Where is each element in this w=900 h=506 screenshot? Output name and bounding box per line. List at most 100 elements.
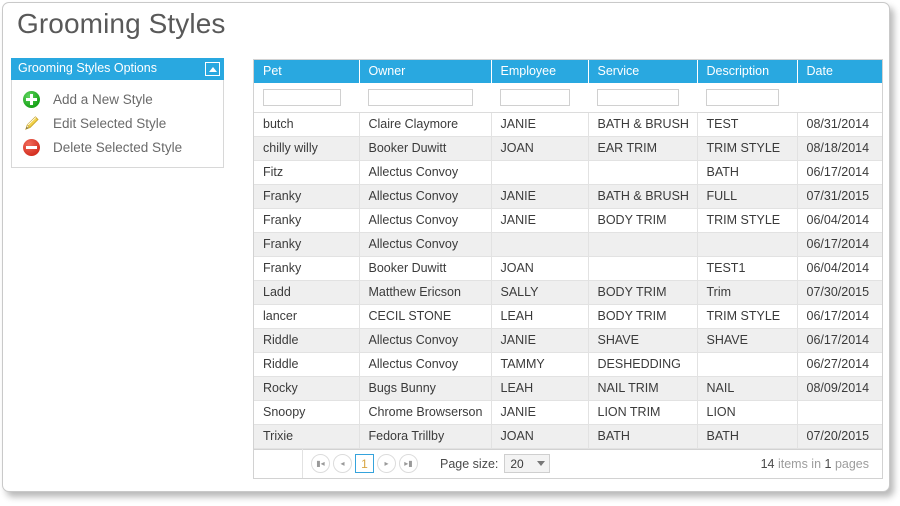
table-row[interactable]: Franky Allectus Convoy JANIE BATH & BRUSH FU…: [254, 184, 882, 209]
table-cell-owner: Matthew Ericson: [359, 280, 492, 305]
current-page-button[interactable]: 1: [355, 454, 374, 473]
chevron-down-icon: [537, 461, 546, 466]
table-cell-date: 06/17/2014: [797, 232, 882, 257]
table-cell-pet: chilly willy: [254, 136, 360, 161]
column-header-description[interactable]: Description: [697, 60, 798, 83]
table-cell-employee: JANIE: [491, 184, 589, 209]
add-new-style-button[interactable]: Add a New Style: [12, 87, 223, 111]
delete-selected-style-button[interactable]: Delete Selected Style: [12, 135, 223, 159]
page-title: Grooming Styles: [17, 8, 226, 39]
table-cell-description: TRIM STYLE: [697, 304, 798, 329]
table-cell-service: BATH: [588, 424, 698, 449]
table-cell-employee: JANIE: [491, 112, 589, 137]
table-cell-service: SHAVE: [588, 328, 698, 353]
table-cell-date: 06/17/2014: [797, 328, 882, 353]
table-cell-date: 06/17/2014: [797, 160, 882, 185]
column-header-owner[interactable]: Owner: [359, 60, 492, 83]
filter-input-employee[interactable]: [500, 88, 570, 106]
table-row[interactable]: butch Claire Claymore JANIE BATH & BRUSH TES…: [254, 112, 882, 137]
filter-input-owner[interactable]: [368, 88, 473, 106]
table-cell-employee: JOAN: [491, 256, 589, 281]
table-cell-owner: Booker Duwitt: [359, 256, 492, 281]
table-cell-service: BODY TRIM: [588, 280, 698, 305]
table-cell-service: [588, 256, 698, 281]
table-cell-owner: Allectus Convoy: [359, 352, 492, 377]
table-cell-pet: Fitz: [254, 160, 360, 185]
page-size-label: Page size:: [440, 456, 499, 471]
table-cell-description: [697, 232, 798, 257]
column-header-employee[interactable]: Employee: [491, 60, 589, 83]
pencil-icon: [23, 115, 40, 132]
table-row[interactable]: Riddle Allectus Convoy TAMMY DESHEDDING 06/2…: [254, 352, 882, 377]
table-row[interactable]: Ladd Matthew Ericson SALLY BODY TRIM Trim 07/…: [254, 280, 882, 305]
first-page-icon[interactable]: ▮◂: [311, 454, 330, 473]
table-row[interactable]: Rocky Bugs Bunny LEAH NAIL TRIM NAIL 08/09/20…: [254, 376, 882, 401]
filter-input-description[interactable]: [706, 88, 779, 106]
grid-table: Pet Owner Employee Service Description D…: [254, 60, 882, 449]
column-header-pet[interactable]: Pet: [254, 60, 360, 83]
table-cell-date: 06/04/2014: [797, 256, 882, 281]
table-cell-date: 06/17/2014: [797, 304, 882, 329]
grooming-styles-grid: Pet Owner Employee Service Description D…: [253, 59, 883, 479]
table-cell-description: [697, 352, 798, 377]
table-cell-pet: Franky: [254, 256, 360, 281]
last-page-icon[interactable]: ▸▮: [399, 454, 418, 473]
table-cell-owner: Allectus Convoy: [359, 328, 492, 353]
filter-cell-employee: [491, 83, 588, 113]
pager-spacer: [254, 449, 303, 478]
column-header-service[interactable]: Service: [588, 60, 698, 83]
edit-selected-style-label: Edit Selected Style: [53, 115, 167, 131]
filter-input-service[interactable]: [597, 88, 679, 106]
filter-cell-service: [588, 83, 697, 113]
edit-selected-style-button[interactable]: Edit Selected Style: [12, 111, 223, 135]
table-cell-owner: Allectus Convoy: [359, 208, 492, 233]
grid-body: butch Claire Claymore JANIE BATH & BRUSH TES…: [254, 112, 882, 449]
table-cell-owner: Claire Claymore: [359, 112, 492, 137]
table-cell-pet: butch: [254, 112, 360, 137]
filter-input-pet[interactable]: [263, 88, 341, 106]
table-row[interactable]: Franky Allectus Convoy JANIE BODY TRIM TRIM …: [254, 208, 882, 233]
table-cell-employee: [491, 232, 589, 257]
table-cell-service: DESHEDDING: [588, 352, 698, 377]
table-cell-service: BATH & BRUSH: [588, 184, 698, 209]
table-cell-employee: JANIE: [491, 400, 589, 425]
pager-item-count: 14: [760, 456, 775, 471]
table-cell-service: BODY TRIM: [588, 208, 698, 233]
table-cell-date: 06/04/2014: [797, 208, 882, 233]
table-cell-employee: TAMMY: [491, 352, 589, 377]
table-cell-employee: SALLY: [491, 280, 589, 305]
table-row[interactable]: Fitz Allectus Convoy BATH 06/17/2014: [254, 160, 882, 185]
filter-cell-pet: [254, 83, 359, 113]
table-row[interactable]: Riddle Allectus Convoy JANIE SHAVE SHAVE 06/1…: [254, 328, 882, 353]
table-cell-date: 07/20/2015: [797, 424, 882, 449]
table-cell-owner: Bugs Bunny: [359, 376, 492, 401]
page-size-select[interactable]: 20: [504, 454, 551, 473]
table-row[interactable]: Franky Allectus Convoy 06/17/2014: [254, 232, 882, 257]
column-header-date[interactable]: Date: [797, 60, 882, 83]
table-row[interactable]: Franky Booker Duwitt JOAN TEST1 06/04/2014: [254, 256, 882, 281]
table-cell-pet: lancer: [254, 304, 360, 329]
table-cell-pet: Franky: [254, 232, 360, 257]
table-cell-service: BODY TRIM: [588, 304, 698, 329]
grid-header-row: Pet Owner Employee Service Description D…: [254, 60, 882, 83]
table-cell-date: 08/31/2014: [797, 112, 882, 137]
table-row[interactable]: chilly willy Booker Duwitt JOAN EAR TRIM TRI…: [254, 136, 882, 161]
table-cell-date: [797, 400, 882, 425]
table-cell-date: 07/31/2015: [797, 184, 882, 209]
pager-info: 14 items in 1 pages: [761, 457, 869, 471]
chevron-up-icon[interactable]: [205, 62, 220, 76]
table-row[interactable]: lancer CECIL STONE LEAH BODY TRIM TRIM STYLE…: [254, 304, 882, 329]
filter-cell-description: [697, 83, 797, 113]
app-window: Grooming Styles Grooming Styles Options …: [2, 2, 890, 492]
table-row[interactable]: Snoopy Chrome Browserson JANIE LION TRIM LIO…: [254, 400, 882, 425]
options-panel-title: Grooming Styles Options: [18, 61, 157, 76]
previous-page-icon[interactable]: ◂: [333, 454, 352, 473]
next-page-icon[interactable]: ▸: [377, 454, 396, 473]
plus-circle-icon: [23, 90, 40, 108]
table-cell-description: Trim: [697, 280, 798, 305]
table-cell-date: 08/18/2014: [797, 136, 882, 161]
pager-info-suffix: pages: [831, 456, 869, 471]
table-cell-employee: LEAH: [491, 304, 589, 329]
table-row[interactable]: Trixie Fedora Trillby JOAN BATH BATH 07/20/20…: [254, 424, 882, 449]
table-cell-pet: Trixie: [254, 424, 360, 449]
